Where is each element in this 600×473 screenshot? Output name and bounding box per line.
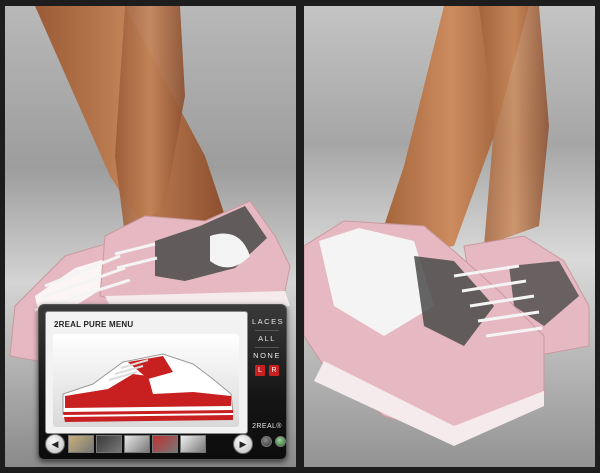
arrow-right-icon[interactable]: ▶ [233,434,253,454]
shoe-preview-image [62,353,234,422]
texture-thumbnail[interactable] [152,435,178,453]
all-button[interactable]: ALL [252,332,282,346]
texture-navigator: ◀ ▶ [45,433,253,455]
texture-thumbnails [68,435,230,453]
hud-side-menu: LACES ALL NONE L R [251,315,283,433]
settings-dot-icon[interactable] [261,436,272,447]
texture-thumbnail[interactable] [124,435,150,453]
texture-thumbnail[interactable] [68,435,94,453]
photo-right [304,6,595,467]
pure-menu-hud: 2REAL PURE MENU LACES ALL NONE L R 2REAL… [38,304,287,460]
hud-screen: 2REAL PURE MENU [45,311,248,434]
laces-button[interactable]: LACES [252,315,283,329]
hud-corner-controls [261,436,286,447]
photo-right-scene [304,6,595,467]
brand-label: 2REAL® [252,423,282,430]
arrow-left-icon[interactable]: ◀ [45,434,65,454]
side-divider [255,347,279,348]
side-divider [255,330,279,331]
left-right-toggle: L R [255,365,279,376]
right-button[interactable]: R [269,365,279,376]
shoe-preview [53,334,239,427]
none-button[interactable]: NONE [252,349,282,363]
hud-title: 2REAL PURE MENU [54,320,134,329]
texture-thumbnail[interactable] [180,435,206,453]
power-dot-icon[interactable] [275,436,286,447]
left-button[interactable]: L [255,365,265,376]
texture-thumbnail[interactable] [96,435,122,453]
